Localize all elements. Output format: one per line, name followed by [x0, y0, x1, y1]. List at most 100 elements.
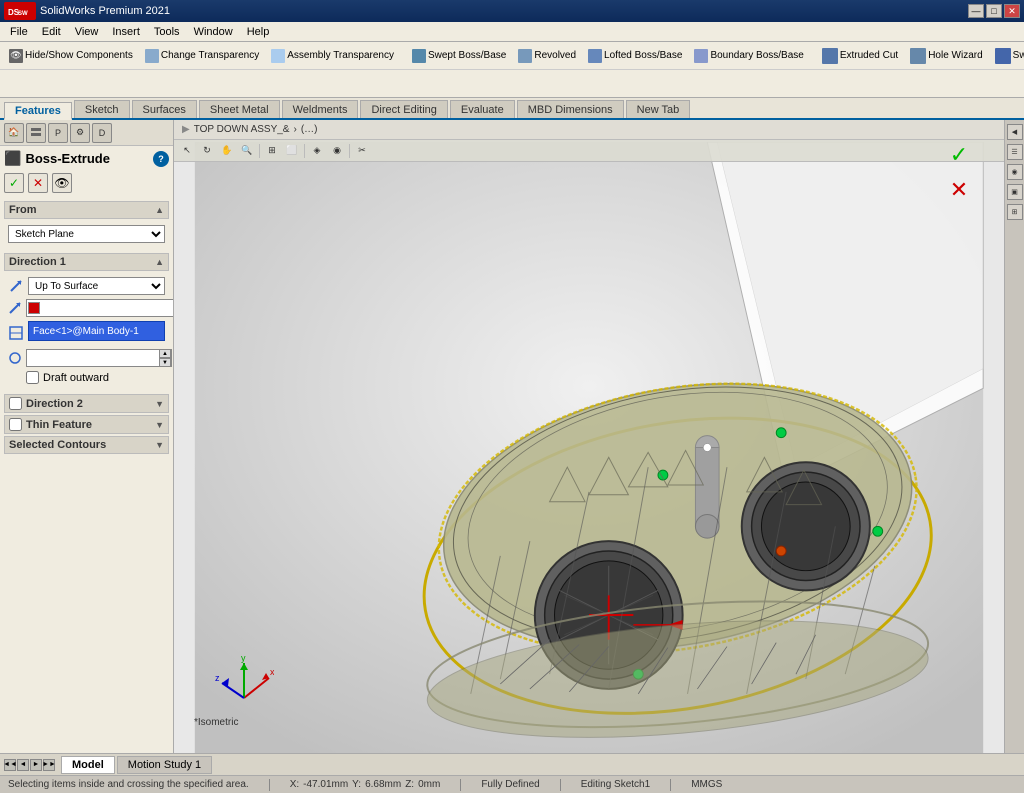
- lofted-boss-button[interactable]: Lofted Boss/Base: [583, 47, 687, 65]
- vp-view-orient-btn[interactable]: ⬜: [283, 142, 301, 160]
- from-title: From: [9, 204, 37, 216]
- revolved-button[interactable]: Revolved: [513, 47, 581, 65]
- right-expand-btn[interactable]: ◀: [1007, 124, 1023, 140]
- extrude-dir-icon: [8, 300, 22, 316]
- menu-insert[interactable]: Insert: [106, 25, 146, 39]
- panel-toolbar: 🏠 P ⚙ D: [0, 120, 173, 146]
- vp-zoom-btn[interactable]: 🔍: [238, 142, 256, 160]
- menu-window[interactable]: Window: [188, 25, 239, 39]
- tab-evaluate[interactable]: Evaluate: [450, 100, 515, 118]
- direction1-section-header[interactable]: Direction 1 ▲: [4, 253, 169, 271]
- direction2-section-header[interactable]: Direction 2 ▼: [4, 394, 169, 413]
- tab-sheet-metal[interactable]: Sheet Metal: [199, 100, 280, 118]
- titlebar-controls[interactable]: — □ ✕: [968, 4, 1020, 18]
- revolved-label: Revolved: [534, 50, 576, 61]
- from-dropdown[interactable]: Sketch Plane: [8, 225, 165, 243]
- tab-surfaces[interactable]: Surfaces: [132, 100, 197, 118]
- menu-bar: File Edit View Insert Tools Window Help: [0, 22, 1024, 42]
- status-z-label: Z:: [405, 779, 414, 790]
- status-sep1: [269, 779, 270, 791]
- breadcrumb-ellipsis: (…): [301, 124, 318, 135]
- offset-input[interactable]: [27, 350, 159, 366]
- vp-hide-show-btn[interactable]: ◉: [328, 142, 346, 160]
- thin-feature-title: Thin Feature: [26, 419, 92, 431]
- from-section-header[interactable]: From ▲: [4, 201, 169, 219]
- thin-feature-checkbox[interactable]: [9, 418, 22, 431]
- accept-button[interactable]: ✓: [944, 140, 974, 170]
- menu-help[interactable]: Help: [241, 25, 276, 39]
- tab-direct-editing[interactable]: Direct Editing: [360, 100, 447, 118]
- offset-down-btn[interactable]: ▼: [159, 358, 171, 367]
- toolbar-area: 👁 Hide/Show Components Change Transparen…: [0, 42, 1024, 98]
- direction1-type-dropdown[interactable]: Up To Surface: [28, 277, 165, 295]
- assembly-trans-icon: [271, 49, 285, 63]
- right-icon-2[interactable]: ◉: [1007, 164, 1023, 180]
- right-icon-4[interactable]: ⊞: [1007, 204, 1023, 220]
- cancel-button[interactable]: ✕: [28, 173, 48, 193]
- boss-extrude-header: ⬛ Boss-Extrude ?: [4, 150, 169, 169]
- tab-weldments[interactable]: Weldments: [282, 100, 359, 118]
- model-tab[interactable]: Model: [61, 756, 115, 774]
- vp-select-btn[interactable]: ↖: [178, 142, 196, 160]
- direction2-checkbox[interactable]: [9, 397, 22, 410]
- swept-boss-button[interactable]: Swept Boss/Base: [407, 47, 511, 65]
- scroll-next-btn[interactable]: ►: [30, 759, 42, 771]
- menu-file[interactable]: File: [4, 25, 34, 39]
- assembly-transparency-button[interactable]: Assembly Transparency: [266, 47, 399, 65]
- reject-button[interactable]: ✕: [944, 175, 974, 205]
- selected-contours-section-header[interactable]: Selected Contours ▼: [4, 436, 169, 454]
- status-bar: Selecting items inside and crossing the …: [0, 775, 1024, 793]
- scroll-first-btn[interactable]: ◄◄: [4, 759, 16, 771]
- viewport-toolbar: ↖ ↻ ✋ 🔍 ⊞ ⬜ ◈ ◉ ✂: [174, 140, 1004, 162]
- thin-feature-section-header[interactable]: Thin Feature ▼: [4, 415, 169, 434]
- boundary-boss-button[interactable]: Boundary Boss/Base: [689, 47, 808, 65]
- transparency-label: Change Transparency: [161, 50, 259, 61]
- right-icon-1[interactable]: ☰: [1007, 144, 1023, 160]
- vp-pan-btn[interactable]: ✋: [218, 142, 236, 160]
- breadcrumb-sep: ›: [293, 124, 296, 135]
- hole-wizard-button[interactable]: Hole Wizard: [905, 46, 987, 66]
- main-area: 🏠 P ⚙ D ⬛ Boss-Extrude ? ✓ ✕ 👁: [0, 120, 1024, 753]
- vp-zoom-fit-btn[interactable]: ⊞: [263, 142, 281, 160]
- assembly-trans-label: Assembly Transparency: [287, 50, 394, 61]
- vp-rotate-btn[interactable]: ↻: [198, 142, 216, 160]
- hide-show-components-button[interactable]: 👁 Hide/Show Components: [4, 47, 138, 65]
- change-transparency-button[interactable]: Change Transparency: [140, 47, 264, 65]
- vp-display-style-btn[interactable]: ◈: [308, 142, 326, 160]
- right-icon-3[interactable]: ▣: [1007, 184, 1023, 200]
- offset-icon: [8, 350, 22, 366]
- close-button[interactable]: ✕: [1004, 4, 1020, 18]
- panel-home-btn[interactable]: 🏠: [4, 123, 24, 143]
- tab-new-tab[interactable]: New Tab: [626, 100, 691, 118]
- draft-outward-checkbox[interactable]: [26, 371, 39, 384]
- boss-extrude-icon: ⬛: [4, 150, 21, 167]
- from-arrow: ▲: [155, 205, 164, 215]
- ok-button[interactable]: ✓: [4, 173, 24, 193]
- scroll-prev-btn[interactable]: ◄: [17, 759, 29, 771]
- preview-button[interactable]: 👁: [52, 173, 72, 193]
- status-y-label: Y:: [352, 779, 361, 790]
- maximize-button[interactable]: □: [986, 4, 1002, 18]
- tab-mbd-dimensions[interactable]: MBD Dimensions: [517, 100, 624, 118]
- swept-cut-button[interactable]: Swept Cut: [990, 46, 1024, 66]
- sw-logo: DS SW: [4, 2, 36, 20]
- panel-display-btn[interactable]: D: [92, 123, 112, 143]
- extruded-cut-button[interactable]: Extruded Cut: [817, 46, 903, 66]
- scroll-last-btn[interactable]: ►►: [43, 759, 55, 771]
- panel-config-btn[interactable]: ⚙: [70, 123, 90, 143]
- tab-features[interactable]: Features: [4, 102, 72, 120]
- panel-tree-btn[interactable]: [26, 123, 46, 143]
- face-selector[interactable]: Face<1>@Main Body-1: [28, 321, 165, 341]
- help-button[interactable]: ?: [153, 151, 169, 167]
- hole-wizard-icon: [910, 48, 926, 64]
- menu-tools[interactable]: Tools: [148, 25, 186, 39]
- offset-up-btn[interactable]: ▲: [159, 349, 171, 358]
- menu-view[interactable]: View: [69, 25, 105, 39]
- depth-input[interactable]: [41, 300, 173, 316]
- minimize-button[interactable]: —: [968, 4, 984, 18]
- menu-edit[interactable]: Edit: [36, 25, 67, 39]
- tab-sketch[interactable]: Sketch: [74, 100, 130, 118]
- motion-study-tab[interactable]: Motion Study 1: [117, 756, 212, 774]
- panel-property-btn[interactable]: P: [48, 123, 68, 143]
- vp-section-view-btn[interactable]: ✂: [353, 142, 371, 160]
